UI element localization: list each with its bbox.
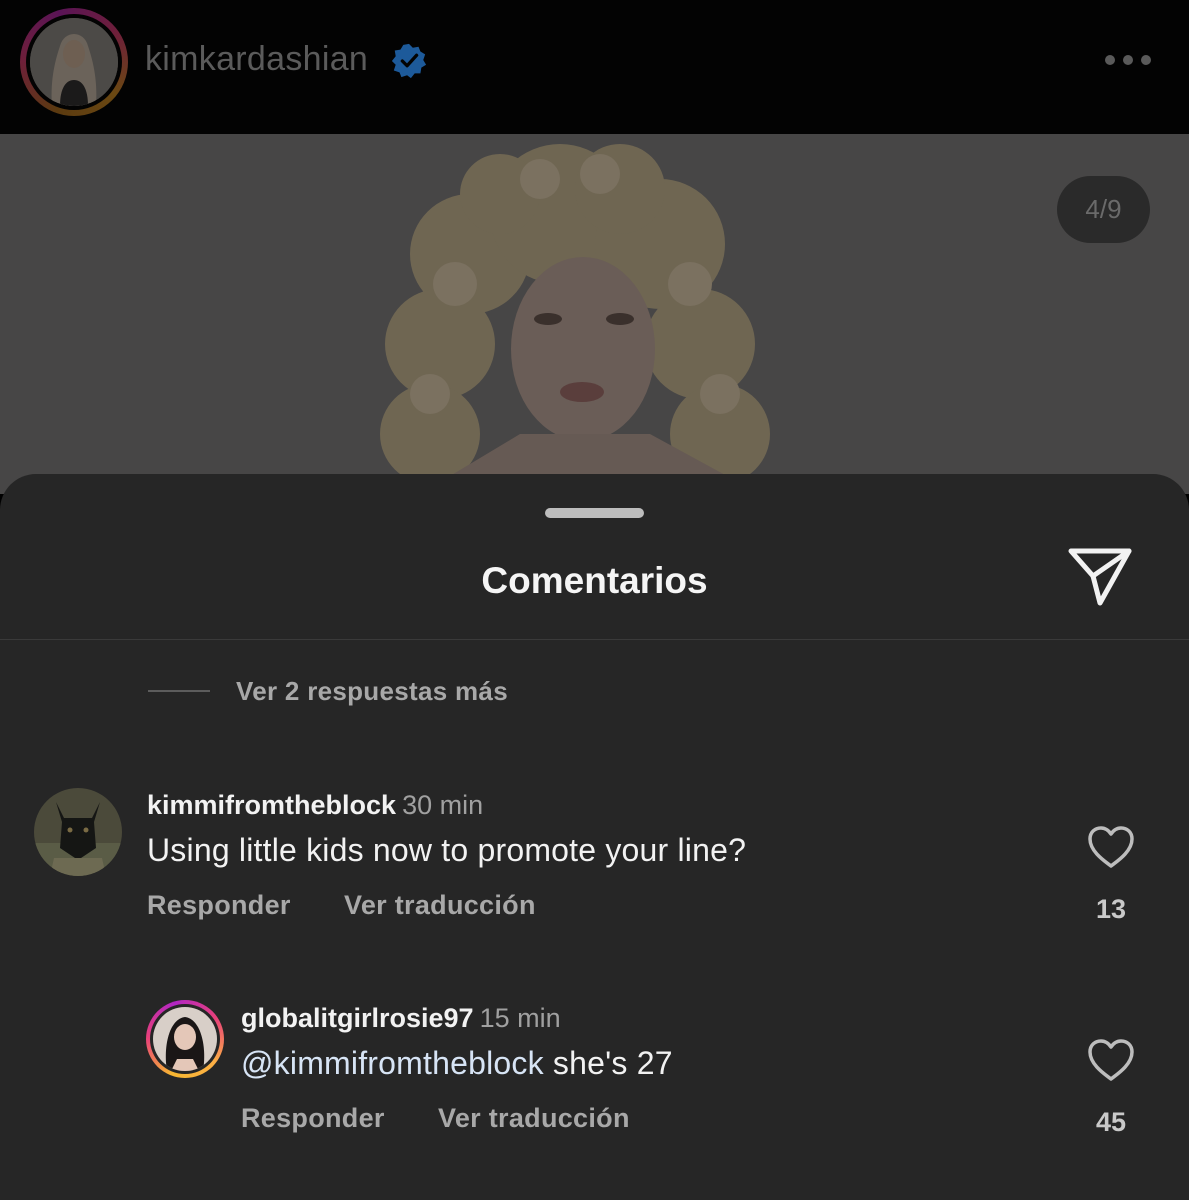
like-count: 13 [1095, 894, 1127, 924]
commenter-avatar[interactable] [153, 1007, 217, 1071]
instagram-screen: kimkardashian 4/9 Comentarios Ver 2 resp… [0, 0, 1189, 1200]
story-ring[interactable] [20, 8, 128, 116]
post-image[interactable] [0, 134, 1189, 494]
header-username[interactable]: kimkardashian [145, 40, 368, 79]
comment-time: 30 min [402, 790, 484, 820]
replies-line [148, 690, 210, 692]
sheet-drag-handle[interactable] [545, 508, 644, 518]
post-header: kimkardashian [0, 0, 1189, 134]
verified-badge-icon [391, 43, 427, 79]
see-translation-button[interactable]: Ver traducción [344, 890, 536, 921]
view-more-replies-button[interactable]: Ver 2 respuestas más [236, 676, 508, 707]
comment-username[interactable]: kimmifromtheblock 30 min [147, 790, 483, 821]
post-photo [0, 134, 1189, 494]
comments-sheet: Comentarios Ver 2 respuestas más kimmifr… [0, 474, 1189, 1200]
paper-plane-icon[interactable] [1066, 546, 1134, 608]
more-horizontal-icon [1105, 55, 1115, 65]
heart-icon[interactable] [1086, 824, 1136, 870]
carousel-page-counter: 4/9 [1057, 176, 1150, 243]
sheet-divider [0, 639, 1189, 640]
reply-button[interactable]: Responder [147, 890, 291, 921]
profile-avatar[interactable] [30, 18, 118, 106]
heart-icon[interactable] [1086, 1037, 1136, 1083]
sheet-title: Comentarios [481, 560, 708, 601]
story-ring[interactable] [146, 1000, 224, 1078]
comment-text: @kimmifromtheblock she's 27 [241, 1045, 673, 1082]
reply-button[interactable]: Responder [241, 1103, 385, 1134]
mention-link[interactable]: @kimmifromtheblock [241, 1045, 544, 1081]
like-count: 45 [1095, 1107, 1127, 1137]
more-options-button[interactable] [1100, 48, 1156, 72]
see-translation-button[interactable]: Ver traducción [438, 1103, 630, 1134]
comment-username-text[interactable]: kimmifromtheblock [147, 790, 396, 820]
comment-text: Using little kids now to promote your li… [147, 832, 747, 868]
commenter-avatar[interactable] [34, 788, 122, 876]
comment-username-text[interactable]: globalitgirlrosie97 [241, 1003, 474, 1033]
comment-text-body: she's 27 [543, 1045, 673, 1081]
comment-username[interactable]: globalitgirlrosie97 15 min [241, 1003, 561, 1034]
comment-time: 15 min [479, 1003, 561, 1033]
